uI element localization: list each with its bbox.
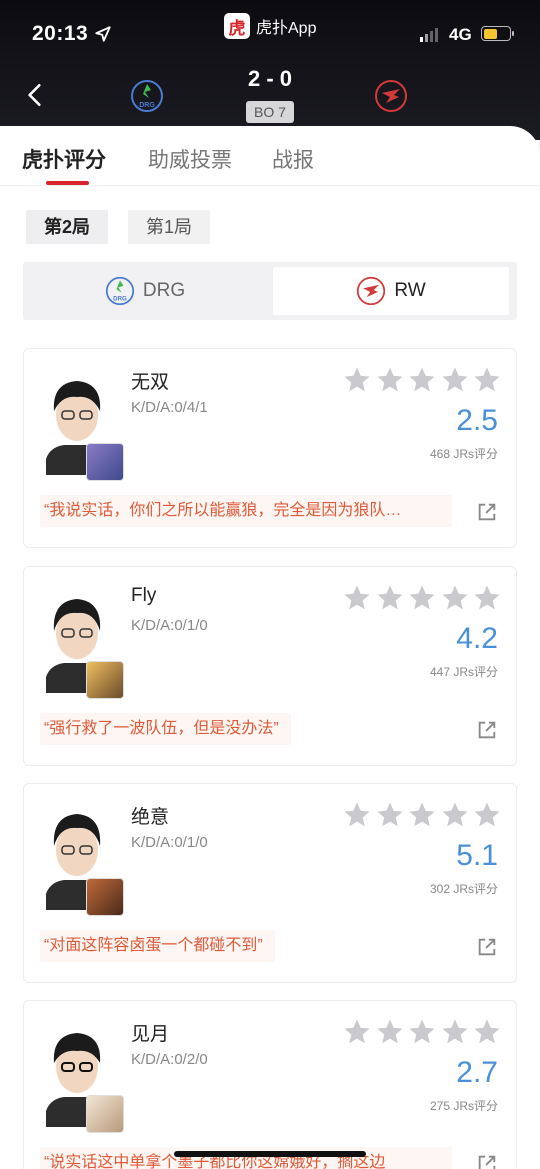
vote-count: 468 JRs评分 [429,447,498,461]
player-card[interactable]: 无双 K/D/A:0/4/1 2.5 468 JRs评分 “我说实话，你们之所以… [23,348,517,548]
star-icon[interactable] [440,800,470,830]
top-comment[interactable]: “我说实话，你们之所以能赢狼，完全是因为狼队… [40,495,452,527]
player-name: 无双 [131,372,170,393]
star-icon[interactable] [375,800,405,830]
star-icon[interactable] [472,800,502,830]
app-badge[interactable]: 虎 虎扑App [224,13,316,39]
vote-count: 275 JRs评分 [429,1099,498,1113]
player-rating: 4.2 [456,622,498,655]
rw-team-logo-icon [375,80,407,112]
star-icon[interactable] [440,1017,470,1047]
star-icon[interactable] [342,1017,372,1047]
team-option-rw-label: RW [394,280,426,301]
rating-stars[interactable] [342,1017,502,1049]
tab-cheer-vote[interactable]: 助威投票 [148,144,232,174]
svg-text:DRG: DRG [113,296,127,303]
player-kda: K/D/A:0/1/0 [131,617,208,634]
team-option-drg[interactable]: DRG DRG [27,267,263,315]
network-label: 4G [449,25,472,44]
player-card[interactable]: 绝意 K/D/A:0/1/0 5.1 302 JRs评分 “对面这阵容卤蛋一个都… [23,783,517,983]
rw-team-logo-icon [357,276,386,306]
drg-team-logo-icon: DRG [105,276,134,306]
star-icon[interactable] [375,583,405,613]
star-icon[interactable] [375,365,405,395]
hupu-logo: 虎 [224,13,250,39]
vote-count: 447 JRs评分 [429,665,498,679]
star-icon[interactable] [407,800,437,830]
rating-stars[interactable] [342,583,502,615]
match-format-badge: BO 7 [246,101,294,123]
player-rating: 2.5 [456,404,498,437]
match-score: 2 - 0 [247,66,293,91]
drg-team-logo-icon: DRG [131,80,163,112]
player-kda: K/D/A:0/2/0 [131,1051,208,1068]
signal-icon [420,28,438,42]
player-kda: K/D/A:0/1/0 [131,834,208,851]
player-kda: K/D/A:0/4/1 [131,399,208,416]
star-icon[interactable] [407,365,437,395]
game-2-button[interactable]: 第2局 [26,210,109,244]
game-1-button[interactable]: 第1局 [128,210,211,244]
star-icon[interactable] [440,365,470,395]
star-icon[interactable] [407,583,437,613]
back-arrow-icon[interactable] [22,82,48,108]
location-arrow-icon [95,26,111,42]
star-icon[interactable] [342,365,372,395]
player-name: 绝意 [131,807,170,828]
share-icon[interactable] [476,719,498,741]
star-icon[interactable] [375,1017,405,1047]
share-icon[interactable] [476,501,498,523]
top-comment[interactable]: “对面这阵容卤蛋一个都碰不到” [40,930,275,962]
rating-stars[interactable] [342,800,502,832]
rating-stars[interactable] [342,365,502,397]
star-icon[interactable] [472,1017,502,1047]
team-option-rw[interactable]: RW [273,267,509,315]
player-name: Fly [131,585,157,606]
player-name: 见月 [131,1024,170,1045]
hero-icon [86,661,124,699]
tab-hupu-rating[interactable]: 虎扑评分 [22,144,106,174]
hero-icon [86,1095,124,1133]
star-icon[interactable] [342,583,372,613]
star-icon[interactable] [472,583,502,613]
player-card[interactable]: 见月 K/D/A:0/2/0 2.7 275 JRs评分 “说实话这中单拿个墨子… [23,1000,517,1169]
tab-battle-report[interactable]: 战报 [272,144,314,174]
home-indicator[interactable] [174,1151,366,1157]
team-switch: DRG DRG RW [23,262,517,320]
tab-bar: 虎扑评分 助威投票 战报 [0,126,540,186]
battery-icon [481,26,514,41]
share-icon[interactable] [476,936,498,958]
player-rating: 2.7 [456,1056,498,1089]
star-icon[interactable] [472,365,502,395]
player-rating: 5.1 [456,839,498,872]
match-header: 20:13 虎 虎扑App 4G DRG 2 - 0 BO 7 [0,0,540,140]
hero-icon [86,878,124,916]
star-icon[interactable] [440,583,470,613]
vote-count: 302 JRs评分 [429,882,498,896]
team-option-drg-label: DRG [142,280,186,301]
status-time: 20:13 [32,22,89,45]
svg-text:DRG: DRG [139,102,155,109]
hero-icon [86,443,124,481]
top-comment[interactable]: “强行救了一波队伍，但是没办法” [40,713,291,745]
player-card[interactable]: Fly K/D/A:0/1/0 4.2 447 JRs评分 “强行救了一波队伍，… [23,566,517,766]
share-icon[interactable] [476,1153,498,1169]
app-name: 虎扑App [256,20,317,37]
star-icon[interactable] [407,1017,437,1047]
tab-underline [46,181,89,185]
star-icon[interactable] [342,800,372,830]
